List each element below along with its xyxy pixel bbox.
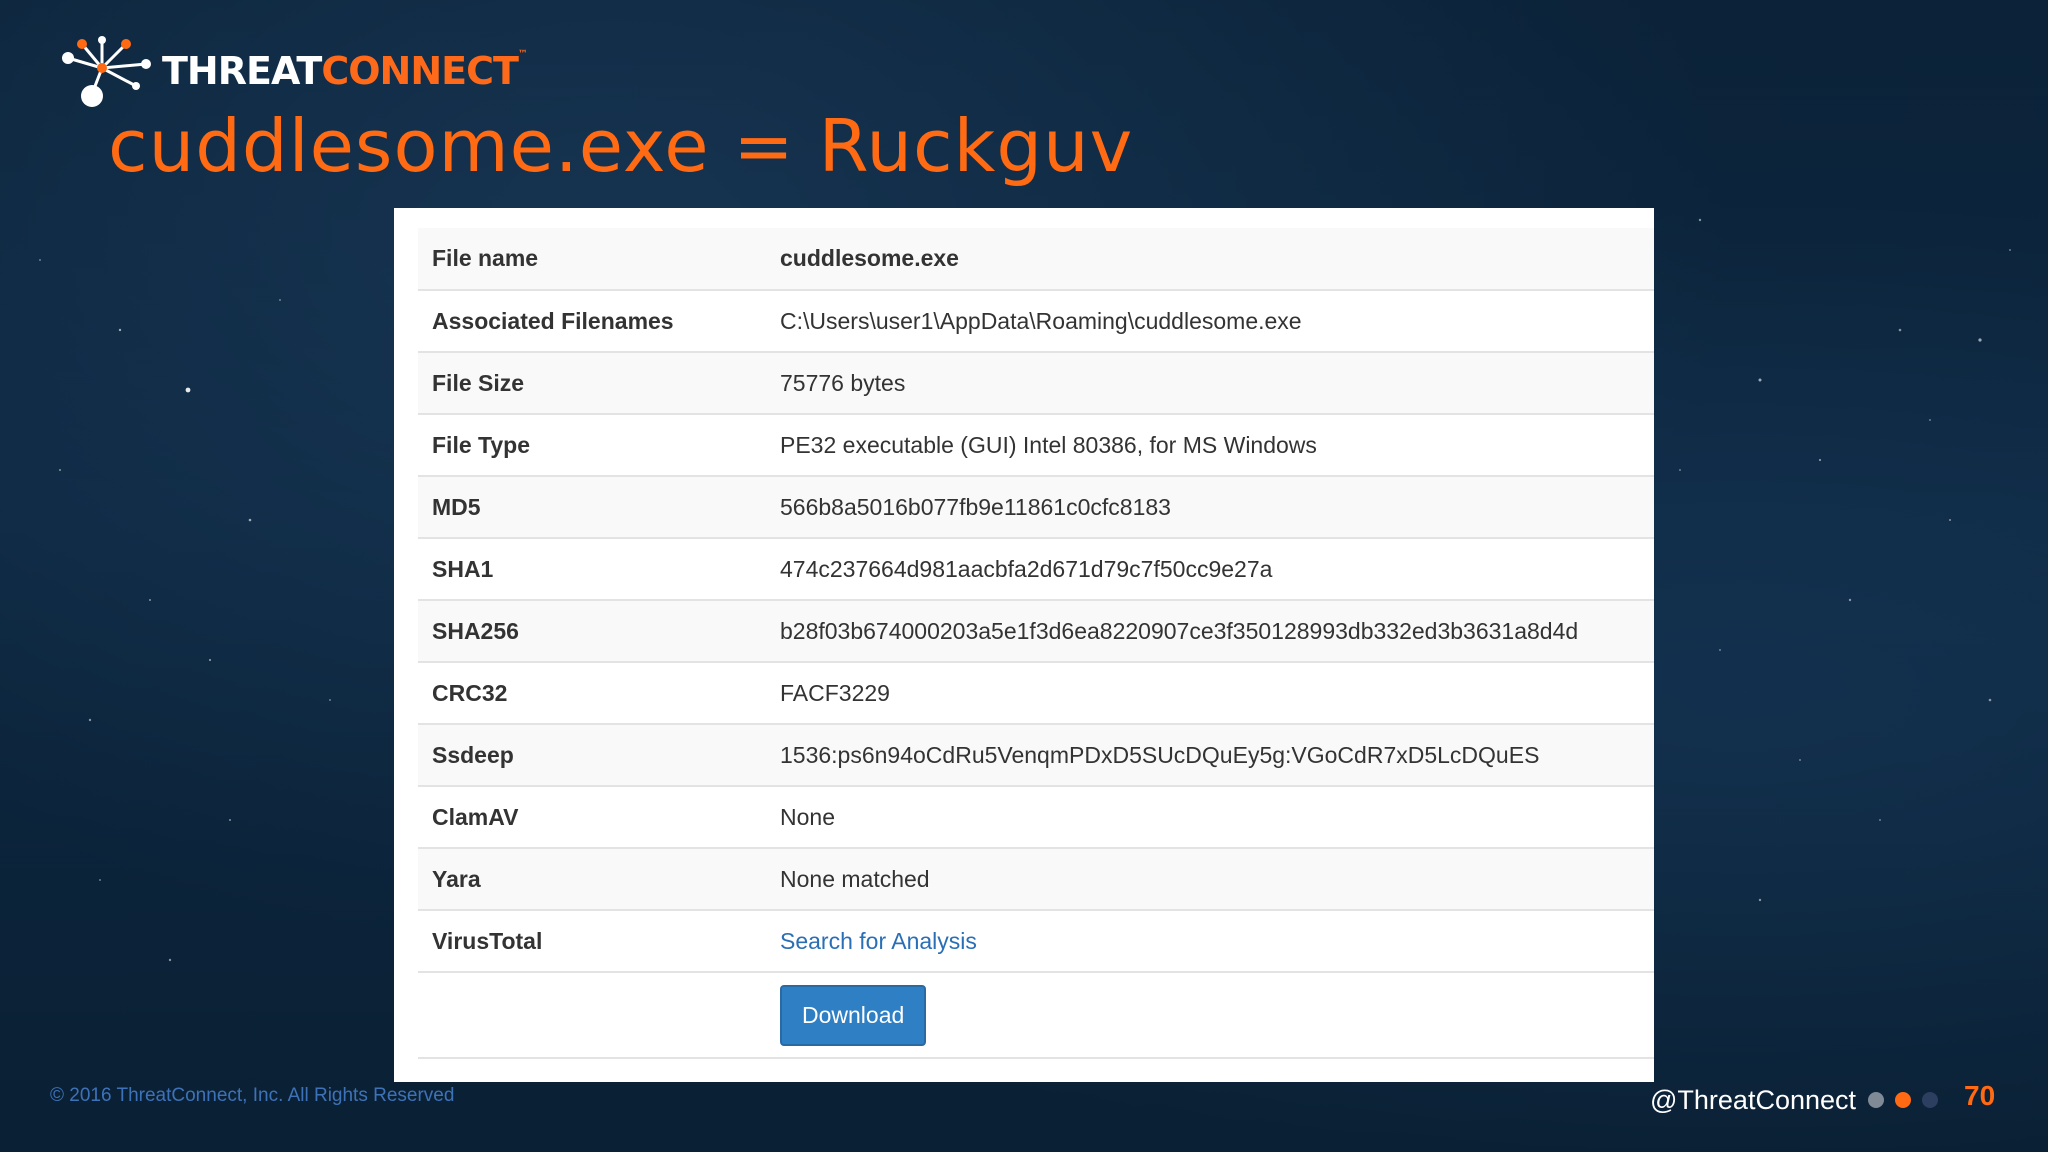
row-label: ClamAV — [418, 785, 766, 848]
row-value: C:\Users\user1\AppData\Roaming\cuddlesom… — [766, 289, 1654, 352]
progress-dot — [1922, 1092, 1938, 1108]
table-row: Associated Filenames C:\Users\user1\AppD… — [418, 289, 1654, 352]
logo-wordmark: THREATCONNECT™ — [162, 49, 528, 93]
virustotal-search-link[interactable]: Search for Analysis — [780, 928, 977, 954]
table-row: ClamAV None — [418, 785, 1654, 848]
table-row: CRC32 FACF3229 — [418, 661, 1654, 724]
copyright-text: © 2016 ThreatConnect, Inc. All Rights Re… — [50, 1085, 455, 1106]
table-row: MD5 566b8a5016b077fb9e11861c0cfc8183 — [418, 475, 1654, 538]
row-label: Ssdeep — [418, 723, 766, 786]
table-row: Ssdeep 1536:ps6n94oCdRu5VenqmPDxD5SUcDQu… — [418, 723, 1654, 786]
logo-threat-text: THREAT — [162, 49, 322, 93]
row-label: Associated Filenames — [418, 289, 766, 352]
slide-progress-dots — [1868, 1092, 1938, 1108]
download-button[interactable]: Download — [780, 984, 927, 1046]
table-row-actions: Download — [418, 971, 1654, 1059]
row-label: SHA256 — [418, 599, 766, 662]
row-label: Yara — [418, 847, 766, 910]
twitter-handle: @ThreatConnect — [1650, 1085, 1857, 1115]
row-label: File name — [418, 228, 766, 290]
row-value: None matched — [766, 847, 1654, 910]
threatconnect-logo-icon — [62, 36, 151, 107]
file-details-screenshot: File name cuddlesome.exe Associated File… — [394, 208, 1654, 1082]
threatconnect-logo: THREATCONNECT™ — [56, 34, 528, 108]
table-row: VirusTotal Search for Analysis — [418, 909, 1654, 972]
table-row: File Type PE32 executable (GUI) Intel 80… — [418, 413, 1654, 476]
logo-trademark: ™ — [517, 49, 528, 60]
row-value: cuddlesome.exe — [766, 228, 1654, 290]
row-value: 474c237664d981aacbfa2d671d79c7f50cc9e27a — [766, 537, 1654, 600]
table-row: SHA256 b28f03b674000203a5e1f3d6ea8220907… — [418, 599, 1654, 662]
table-row: Yara None matched — [418, 847, 1654, 910]
row-label: MD5 — [418, 475, 766, 538]
empty-cell — [418, 971, 766, 1059]
page-number: 70 — [1964, 1080, 1996, 1111]
row-label: File Type — [418, 413, 766, 476]
row-value: 566b8a5016b077fb9e11861c0cfc8183 — [766, 475, 1654, 538]
row-label: CRC32 — [418, 661, 766, 724]
row-value: PE32 executable (GUI) Intel 80386, for M… — [766, 413, 1654, 476]
row-label: File Size — [418, 351, 766, 414]
table-row: File Size 75776 bytes — [418, 351, 1654, 414]
progress-dot-active — [1895, 1092, 1911, 1108]
row-value: None — [766, 785, 1654, 848]
row-value-cell: Search for Analysis — [766, 909, 1654, 972]
slide-title: cuddlesome.exe = Ruckguv — [108, 104, 1134, 188]
actions-cell: Download — [766, 971, 1654, 1059]
row-label: SHA1 — [418, 537, 766, 600]
row-label: VirusTotal — [418, 909, 766, 972]
table-row: File name cuddlesome.exe — [418, 228, 1654, 290]
table-row: SHA1 474c237664d981aacbfa2d671d79c7f50cc… — [418, 537, 1654, 600]
row-value: 1536:ps6n94oCdRu5VenqmPDxD5SUcDQuEy5g:VG… — [766, 723, 1654, 786]
row-value: b28f03b674000203a5e1f3d6ea8220907ce3f350… — [766, 599, 1654, 662]
row-value: 75776 bytes — [766, 351, 1654, 414]
progress-dot — [1868, 1092, 1884, 1108]
logo-connect-text: CONNECT — [321, 49, 519, 93]
file-details-table: File name cuddlesome.exe Associated File… — [418, 228, 1654, 1059]
row-value: FACF3229 — [766, 661, 1654, 724]
